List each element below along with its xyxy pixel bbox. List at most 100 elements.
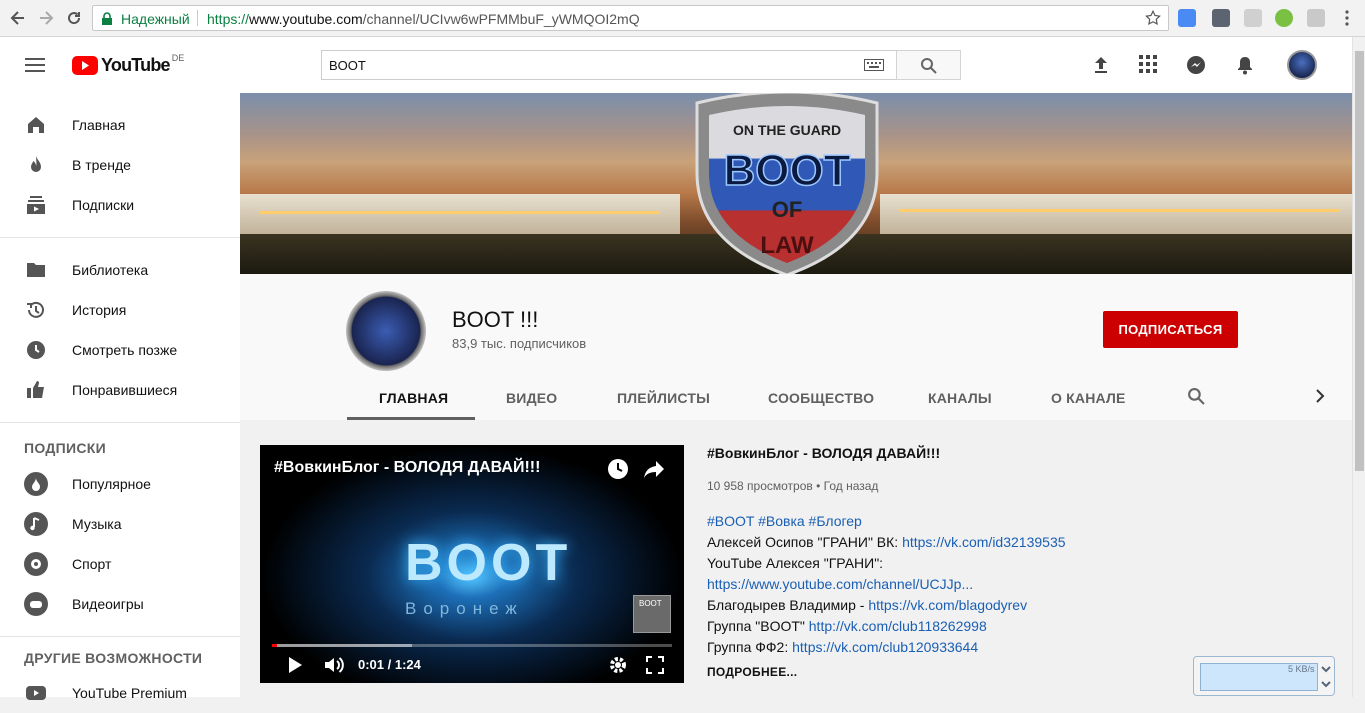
network-meter-widget[interactable]: 5 KB/s	[1193, 656, 1335, 696]
history-icon	[24, 298, 48, 322]
chevron-right-icon[interactable]	[1315, 389, 1325, 403]
channel-search-icon[interactable]	[1187, 387, 1205, 405]
extension-icon[interactable]	[1307, 9, 1325, 27]
volume-icon[interactable]	[324, 656, 346, 674]
sidebar-item-home[interactable]: Главная	[0, 105, 240, 145]
gaming-icon	[24, 592, 48, 616]
tab-playlists[interactable]: ПЛЕЙЛИСТЫ	[617, 390, 710, 406]
channel-name: BOOT !!!	[452, 307, 539, 332]
shield-text: OF	[772, 197, 803, 222]
youtube-logo[interactable]: YouTube DE	[72, 53, 184, 76]
arrow-down-icon[interactable]	[1321, 664, 1331, 674]
buffered-bar	[277, 644, 412, 647]
apps-grid-icon[interactable]	[1139, 55, 1157, 73]
notifications-bell-icon[interactable]	[1235, 55, 1255, 75]
menu-icon[interactable]	[25, 57, 45, 73]
popular-icon	[24, 472, 48, 496]
hashtags[interactable]: #BOOT #Вовка #Блогер	[707, 513, 862, 529]
subscriber-count: 83,9 тыс. подписчиков	[452, 336, 587, 351]
arrow-down-icon[interactable]	[1321, 679, 1331, 689]
search-button[interactable]	[896, 50, 961, 80]
secure-label: Надежный	[121, 11, 190, 27]
back-arrow-icon[interactable]	[8, 8, 28, 28]
description-line: https://www.youtube.com/channel/UCJJp...	[707, 576, 973, 592]
sidebar-item-label: Спорт	[72, 556, 112, 572]
shield-text: LAW	[760, 232, 814, 259]
scrollbar-thumb[interactable]	[1355, 51, 1364, 471]
channel-header: BOOT !!! 83,9 тыс. подписчиков ПОДПИСАТЬ…	[240, 274, 1352, 420]
description-text: Группа "BOOT"	[707, 618, 809, 634]
settings-gear-icon[interactable]	[609, 656, 627, 674]
thumb-up-icon	[24, 378, 48, 402]
sidebar-item-sport[interactable]: Спорт	[0, 544, 240, 584]
sidebar-divider	[0, 636, 240, 637]
upload-icon[interactable]	[1091, 55, 1111, 75]
tab-home[interactable]: ГЛАВНАЯ	[379, 390, 448, 406]
sidebar-item-label: Смотреть позже	[72, 342, 178, 358]
tab-videos[interactable]: ВИДЕО	[506, 390, 557, 406]
sidebar-item-label: Библиотека	[72, 262, 149, 278]
extension-icon[interactable]	[1212, 9, 1230, 27]
tab-channels[interactable]: КАНАЛЫ	[928, 390, 992, 406]
subscribe-button[interactable]: ПОДПИСАТЬСЯ	[1103, 311, 1238, 348]
description-link[interactable]: https://vk.com/blagodyrev	[868, 597, 1027, 613]
video-player[interactable]: #ВовкинБлог - ВОЛОДЯ ДАВАЙ!!! BOOT Ворон…	[260, 445, 684, 683]
watch-later-icon[interactable]	[607, 458, 629, 480]
url-path: /channel/UCIvw6wPFMMbuF_yWMQOI2mQ	[362, 11, 640, 27]
sidebar-item-watch-later[interactable]: Смотреть позже	[0, 330, 240, 370]
sidebar-item-popular[interactable]: Популярное	[0, 464, 240, 504]
browser-toolbar: Надежный https://www.youtube.com/channel…	[0, 0, 1365, 37]
description-line: Благодырев Владимир - https://vk.com/bla…	[707, 597, 1027, 613]
sidebar-item-label: История	[72, 302, 127, 318]
description-link[interactable]: https://www.youtube.com/channel/UCJJp...	[707, 576, 973, 592]
banner-lights	[900, 209, 1340, 212]
music-icon	[24, 512, 48, 536]
channel-watermark[interactable]: BOOT	[633, 595, 671, 633]
description-line: Группа "BOOT" http://vk.com/club11826299…	[707, 618, 987, 634]
sidebar-item-label: Главная	[72, 117, 126, 133]
description-text: Благодырев Владимир -	[707, 597, 869, 613]
address-bar[interactable]: Надежный https://www.youtube.com/channel…	[92, 5, 1169, 31]
video-title[interactable]: #ВовкинБлог - ВОЛОДЯ ДАВАЙ!!!	[707, 445, 940, 461]
messages-icon[interactable]	[1186, 55, 1206, 75]
description-link[interactable]: https://vk.com/club120933644	[792, 639, 978, 655]
omnibox-divider	[197, 10, 198, 26]
extension-icon[interactable]	[1244, 9, 1262, 27]
show-more-button[interactable]: ПОДРОБНЕЕ...	[707, 665, 797, 679]
description-line: Группа ФФ2: https://vk.com/club120933644	[707, 639, 978, 655]
fullscreen-icon[interactable]	[646, 656, 664, 674]
forward-arrow-icon[interactable]	[36, 8, 56, 28]
account-avatar[interactable]	[1287, 50, 1317, 80]
page-scrollbar[interactable]	[1352, 37, 1365, 697]
bookmark-star-icon[interactable]	[1144, 9, 1162, 27]
search-input[interactable]	[322, 51, 862, 79]
chrome-menu-icon[interactable]	[1338, 9, 1356, 27]
description-link[interactable]: https://vk.com/id32139535	[902, 534, 1065, 550]
description-link[interactable]: http://vk.com/club118262998	[809, 618, 987, 634]
sidebar-item-label: Музыка	[72, 516, 122, 532]
sidebar-item-gaming[interactable]: Видеоигры	[0, 584, 240, 624]
youtube-header: YouTube DE	[0, 37, 1352, 93]
channel-avatar[interactable]	[346, 291, 426, 371]
reload-icon[interactable]	[64, 8, 84, 28]
clock-icon	[24, 338, 48, 362]
extension-icon[interactable]	[1275, 9, 1293, 27]
player-video-title[interactable]: #ВовкинБлог - ВОЛОДЯ ДАВАЙ!!!	[274, 459, 540, 477]
sidebar-item-liked[interactable]: Понравившиеся	[0, 370, 240, 410]
play-icon[interactable]	[287, 656, 303, 674]
progress-bar[interactable]	[272, 644, 672, 647]
share-icon[interactable]	[643, 459, 665, 479]
sidebar-item-trending[interactable]: В тренде	[0, 145, 240, 185]
url-text: https://www.youtube.com/channel/UCIvw6wP…	[207, 11, 640, 27]
sidebar-item-music[interactable]: Музыка	[0, 504, 240, 544]
keyboard-icon[interactable]	[864, 59, 884, 71]
sidebar-item-history[interactable]: История	[0, 290, 240, 330]
sidebar-item-youtube-premium[interactable]: YouTube Premium	[0, 673, 240, 713]
sidebar-item-library[interactable]: Библиотека	[0, 250, 240, 290]
sidebar-item-subscriptions[interactable]: Подписки	[0, 185, 240, 225]
description-line: YouTube Алексея "ГРАНИ":	[707, 555, 883, 571]
tab-about[interactable]: О КАНАЛЕ	[1051, 390, 1126, 406]
translate-extension-icon[interactable]	[1178, 9, 1196, 27]
search-box[interactable]	[321, 50, 897, 80]
tab-community[interactable]: СООБЩЕСТВО	[768, 390, 874, 406]
